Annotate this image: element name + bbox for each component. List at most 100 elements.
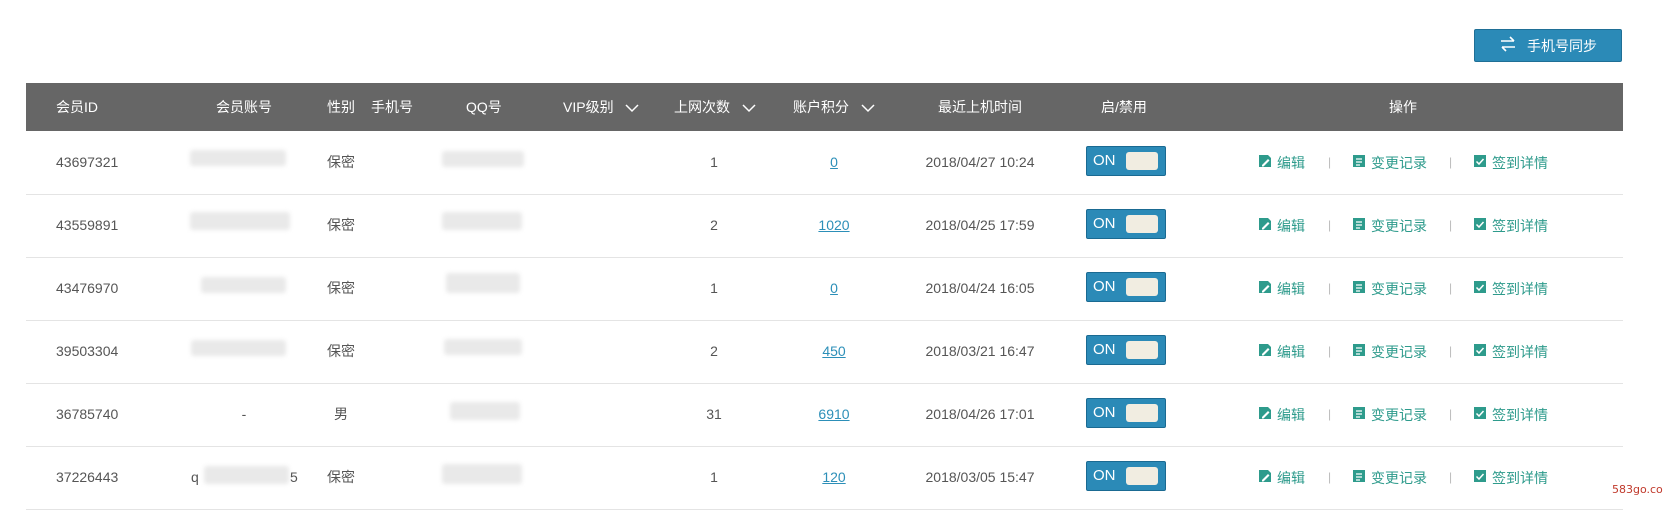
points-link[interactable]: 450 [822,320,845,383]
enable-toggle[interactable]: ON [1086,272,1166,302]
redacted-account [191,340,286,356]
edit-button[interactable]: 编辑 [1257,131,1305,194]
header-gender: 性别 [327,99,355,115]
change-history-label: 变更记录 [1371,406,1427,423]
redacted-account [201,277,286,293]
toggle-knob [1126,152,1158,170]
change-history-button[interactable]: 变更记录 [1351,194,1427,257]
edit-icon [1257,279,1273,298]
history-icon [1351,468,1367,487]
checkin-details-button[interactable]: 签到详情 [1472,320,1548,383]
toggle-state-label: ON [1093,467,1116,484]
chevron-down-icon [861,84,875,132]
action-separator: | [1328,407,1332,421]
edit-label: 编辑 [1277,343,1305,360]
checkin-icon [1472,342,1488,361]
table-row: 43476970 保密 1 0 2018/04/24 16:05 ON 编辑 | 变更记… [26,257,1623,321]
checkin-icon [1472,216,1488,235]
header-account: 会员账号 [216,99,272,115]
enable-toggle[interactable]: ON [1086,461,1166,491]
redacted-account [190,212,290,230]
history-icon [1351,153,1367,172]
edit-label: 编辑 [1277,406,1305,423]
header-logins-sort[interactable]: 上网次数 [674,83,756,131]
checkin-details-button[interactable]: 签到详情 [1472,383,1548,446]
change-history-button[interactable]: 变更记录 [1351,320,1427,383]
toggle-state-label: ON [1093,215,1116,232]
member-account: q [191,469,199,485]
points-link[interactable]: 6910 [818,383,849,446]
member-gender: 保密 [327,469,355,485]
action-separator: | [1449,344,1453,358]
edit-icon [1257,405,1273,424]
watermark: 583go.com [1612,483,1663,496]
member-id: 37226443 [56,469,119,485]
header-qq: QQ号 [466,99,502,115]
checkin-details-label: 签到详情 [1492,217,1548,234]
last-login-time: 2018/04/25 17:59 [925,217,1035,233]
checkin-details-label: 签到详情 [1492,154,1548,171]
redacted-qq [446,273,520,293]
points-link[interactable]: 0 [830,131,838,194]
checkin-details-button[interactable]: 签到详情 [1472,194,1548,257]
chevron-down-icon [625,84,639,132]
toggle-state-label: ON [1093,404,1116,421]
history-icon [1351,216,1367,235]
change-history-button[interactable]: 变更记录 [1351,383,1427,446]
change-history-label: 变更记录 [1371,154,1427,171]
checkin-details-label: 签到详情 [1492,469,1548,486]
chevron-down-icon [742,84,756,132]
edit-button[interactable]: 编辑 [1257,320,1305,383]
table-header: 会员ID 会员账号 性别 手机号 QQ号 VIP级别 上网次数 账户积分 最近上… [26,83,1623,131]
change-history-button[interactable]: 变更记录 [1351,446,1427,509]
member-id: 39503304 [56,343,119,359]
change-history-button[interactable]: 变更记录 [1351,131,1427,194]
toggle-knob [1126,278,1158,296]
edit-button[interactable]: 编辑 [1257,383,1305,446]
checkin-icon [1472,405,1488,424]
checkin-details-label: 签到详情 [1492,406,1548,423]
phone-sync-label: 手机号同步 [1527,37,1597,54]
checkin-details-label: 签到详情 [1492,343,1548,360]
enable-toggle[interactable]: ON [1086,209,1166,239]
edit-button[interactable]: 编辑 [1257,446,1305,509]
history-icon [1351,342,1367,361]
enable-toggle[interactable]: ON [1086,335,1166,365]
points-link[interactable]: 120 [822,446,845,509]
phone-sync-button[interactable]: 手机号同步 [1474,29,1622,62]
last-login-time: 2018/04/26 17:01 [925,406,1035,422]
login-count: 1 [710,469,718,485]
toggle-knob [1126,215,1158,233]
redacted-qq [444,339,522,355]
header-member-id: 会员ID [56,99,98,115]
action-separator: | [1449,281,1453,295]
header-points-sort[interactable]: 账户积分 [793,83,875,131]
last-login-time: 2018/03/05 15:47 [925,469,1035,485]
checkin-details-button[interactable]: 签到详情 [1472,131,1548,194]
edit-button[interactable]: 编辑 [1257,194,1305,257]
change-history-label: 变更记录 [1371,280,1427,297]
table-row: 39503304 保密 2 450 2018/03/21 16:47 ON 编辑 | 变… [26,320,1623,384]
edit-label: 编辑 [1277,469,1305,486]
checkin-details-button[interactable]: 签到详情 [1472,446,1548,509]
member-account-suffix: 5 [290,469,298,485]
header-ops: 操作 [1389,99,1417,115]
enable-toggle[interactable]: ON [1086,398,1166,428]
header-vip-sort[interactable]: VIP级别 [563,83,639,131]
points-link[interactable]: 0 [830,257,838,320]
header-points-label: 账户积分 [793,99,849,115]
change-history-button[interactable]: 变更记录 [1351,257,1427,320]
login-count: 1 [710,154,718,170]
checkin-details-button[interactable]: 签到详情 [1472,257,1548,320]
member-id: 43476970 [56,280,119,296]
enable-toggle[interactable]: ON [1086,146,1166,176]
edit-button[interactable]: 编辑 [1257,257,1305,320]
header-phone: 手机号 [371,99,413,115]
swap-arrows-icon [1499,36,1517,55]
points-link[interactable]: 1020 [818,194,849,257]
member-id: 43559891 [56,217,119,233]
table-row: 36785740 - 男 31 6910 2018/04/26 17:01 ON 编辑 |… [26,383,1623,447]
last-login-time: 2018/04/27 10:24 [925,154,1035,170]
edit-icon [1257,342,1273,361]
change-history-label: 变更记录 [1371,469,1427,486]
